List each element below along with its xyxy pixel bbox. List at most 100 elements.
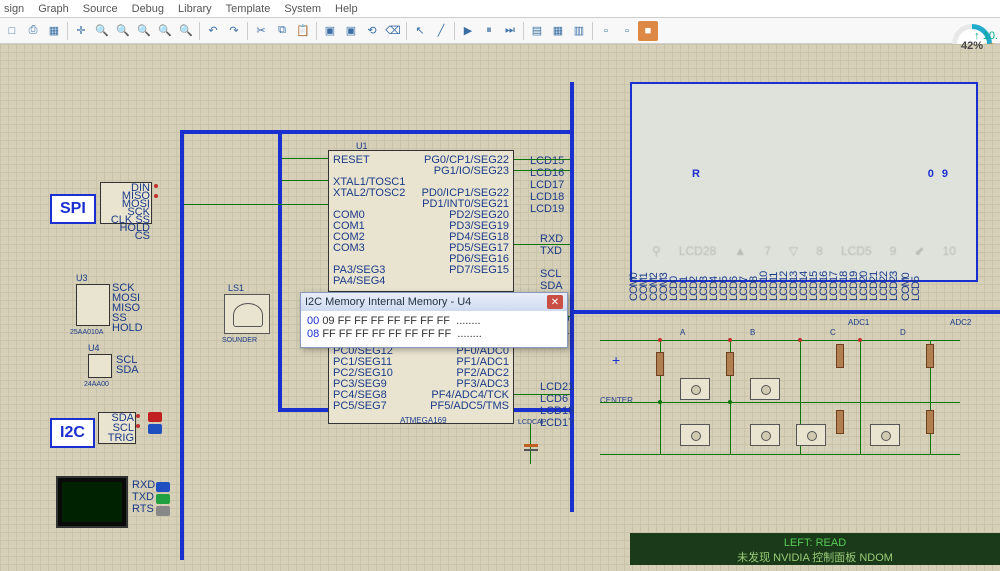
block-delete-icon[interactable]: ⌫ [383, 21, 403, 41]
bus-label: LCD11 [770, 287, 778, 301]
popup-title: I2C Memory Internal Memory - U4 [305, 296, 471, 308]
ls1-ref: LS1 [228, 284, 244, 293]
separator [316, 22, 317, 40]
bus-label: LCD1 [680, 287, 688, 301]
bus-label: LCD16 [820, 287, 828, 301]
u4-chip[interactable] [88, 354, 112, 378]
bus-label: LCD19 [850, 287, 858, 301]
menu-debug[interactable]: Debug [132, 3, 164, 15]
pause-icon[interactable]: ⏸ [479, 21, 499, 41]
page-next-icon[interactable]: ▫ [617, 21, 637, 41]
undo-icon[interactable]: ↶ [203, 21, 223, 41]
bus-label: LCD13 [790, 287, 798, 301]
bus-label: LCD22 [880, 287, 888, 301]
play-icon[interactable]: ▶ [458, 21, 478, 41]
sounder[interactable] [224, 294, 270, 334]
step-icon[interactable]: ⏭ [500, 21, 520, 41]
lcd-bus-labels: COM0COM1COM2COM3LCD0LCD1LCD2LCD3LCD4LCD5… [630, 287, 978, 301]
lcd-display: R 09 ⚲LCD28▲ 7▽8 LCD59⬋ 10 [630, 82, 978, 282]
push-button[interactable] [680, 424, 710, 446]
drc-icon[interactable]: ▦ [548, 21, 568, 41]
cut-icon[interactable]: ✂ [251, 21, 271, 41]
menu-library[interactable]: Library [178, 3, 212, 15]
separator [523, 22, 524, 40]
zoom-area-icon[interactable]: 🔍 [155, 21, 175, 41]
popup-titlebar[interactable]: I2C Memory Internal Memory - U4 ✕ [301, 293, 567, 311]
new-icon[interactable]: □ [2, 21, 22, 41]
block-rotate-icon[interactable]: ⟲ [362, 21, 382, 41]
u1-left-pins: RESET XTAL1/TOSC1XTAL2/TOSC2 COM0COM1COM… [333, 155, 405, 287]
u3-name: 25AA010A [70, 328, 103, 337]
u1-chip-bot[interactable]: PC0/SEG12PC1/SEG11PC2/SEG10 PC3/SEG9PC4/… [328, 344, 514, 424]
menu-help[interactable]: Help [335, 3, 358, 15]
ls1-name: SOUNDER [222, 336, 257, 345]
zoom-all-icon[interactable]: 🔍 [176, 21, 196, 41]
u4-name: 24AA00 [84, 380, 109, 389]
pick-icon[interactable]: ↖ [410, 21, 430, 41]
u3-chip[interactable] [76, 284, 110, 326]
zoom-fit-icon[interactable]: 🔍 [134, 21, 154, 41]
button-network: A B C D CENTER ADC1 ADC2 [600, 324, 980, 484]
bus-label: COM0 [630, 287, 638, 301]
grid-icon[interactable]: ▦ [44, 21, 64, 41]
bom-icon[interactable]: ▤ [527, 21, 547, 41]
page-icon[interactable]: ▫ [596, 21, 616, 41]
push-button[interactable] [870, 424, 900, 446]
push-button[interactable] [796, 424, 826, 446]
block-copy-icon[interactable]: ▣ [320, 21, 340, 41]
bus-label: LCD18 [840, 287, 848, 301]
u4-pins: SCLSDA [116, 356, 139, 376]
close-icon[interactable]: ✕ [547, 295, 563, 309]
menu-system[interactable]: System [284, 3, 321, 15]
open-icon[interactable]: ⎙ [23, 21, 43, 41]
toolbar: □ ⎙ ▦ ✛ 🔍 🔍 🔍 🔍 🔍 ↶ ↷ ✂ ⧉ 📋 ▣ ▣ ⟲ ⌫ ↖ ╱ … [0, 18, 1000, 44]
lcd-digit-left: R [692, 168, 708, 180]
zoom-out-icon[interactable]: 🔍 [113, 21, 133, 41]
status-line2: 未发现 NVIDIA 控制面板 NDOM [640, 549, 990, 565]
u1-sig-rxd: RXDTXD SCLSDA [540, 234, 563, 293]
spi-port[interactable]: DIN MISO MOSI SCK CLK SS HOLD CS [100, 182, 152, 224]
oscilloscope[interactable] [56, 476, 128, 528]
bus-label: LCD5 [720, 287, 728, 301]
i2c-port[interactable]: SDA SCL TRIG [98, 412, 136, 444]
cursor-icon[interactable]: ✛ [71, 21, 91, 41]
push-button[interactable] [680, 378, 710, 400]
u1-left-pins2: PC0/SEG12PC1/SEG11PC2/SEG10 PC3/SEG9PC4/… [333, 346, 393, 412]
wire-icon[interactable]: ╱ [431, 21, 451, 41]
u1-right-pins2: PF0/ADC0PF1/ADC1PF2/ADC2 PF3/ADC3PF4/ADC… [430, 346, 509, 412]
menu-bar[interactable]: sign Graph Source Debug Library Template… [0, 0, 1000, 18]
zoom-in-icon[interactable]: 🔍 [92, 21, 112, 41]
bus-horizontal [570, 310, 1000, 314]
u1-chip-top[interactable]: RESET XTAL1/TOSC1XTAL2/TOSC2 COM0COM1COM… [328, 150, 514, 292]
menu-source[interactable]: Source [83, 3, 118, 15]
block-move-icon[interactable]: ▣ [341, 21, 361, 41]
bus-label: COM1 [640, 287, 648, 301]
menu-template[interactable]: Template [226, 3, 271, 15]
spi-badge: SPI [50, 194, 96, 224]
u3-ref: U3 [76, 274, 88, 283]
stop-icon[interactable]: ■ [638, 21, 658, 41]
progress-value: 42 [961, 40, 973, 52]
separator [247, 22, 248, 40]
status-overlay: LEFT: READ 未发现 NVIDIA 控制面板 NDOM [630, 533, 1000, 565]
copy-icon[interactable]: ⧉ [272, 21, 292, 41]
push-button[interactable] [750, 378, 780, 400]
status-line1: LEFT: READ [640, 537, 990, 549]
u1-sig-right-top: LCD15LCD16LCD17 LCD18LCD19 [530, 156, 564, 216]
menu-sign[interactable]: sign [4, 3, 24, 15]
u4-ref: U4 [88, 344, 100, 353]
lcdcap-label: LCDCAP [518, 418, 546, 427]
schematic-canvas[interactable]: SPI DIN MISO MOSI SCK CLK SS HOLD CS U3 … [0, 44, 1000, 571]
redo-icon[interactable]: ↷ [224, 21, 244, 41]
paste-icon[interactable]: 📋 [293, 21, 313, 41]
netlist-icon[interactable]: ▥ [569, 21, 589, 41]
bus-label: LCD23 [890, 287, 898, 301]
memory-popup[interactable]: I2C Memory Internal Memory - U4 ✕ 00 09 … [300, 292, 568, 348]
menu-graph[interactable]: Graph [38, 3, 69, 15]
cursor-marker: + [612, 352, 620, 368]
bus-vertical [570, 82, 574, 512]
push-button[interactable] [750, 424, 780, 446]
u1-name: ATMEGA169 [400, 416, 447, 425]
bus-label: LCD8 [750, 287, 758, 301]
separator [67, 22, 68, 40]
